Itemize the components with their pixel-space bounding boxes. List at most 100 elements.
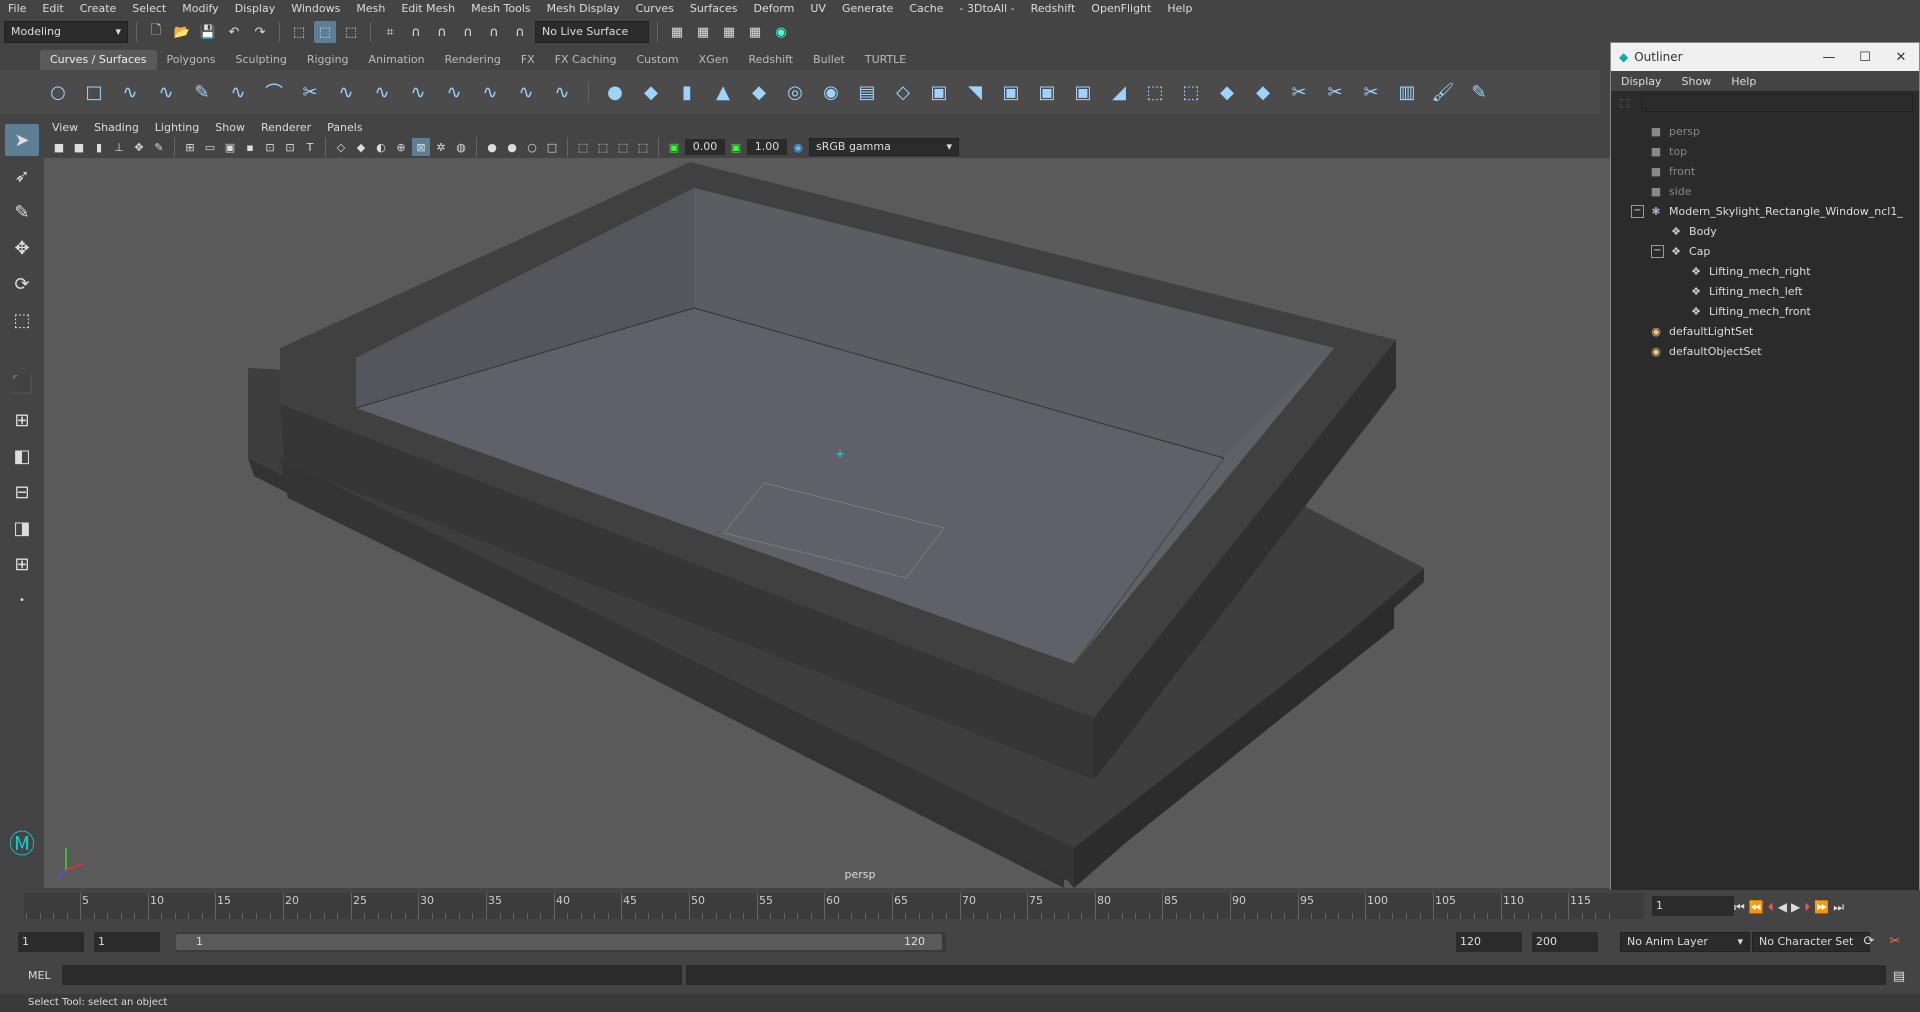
shelf-tab-animation[interactable]: Animation: [359, 50, 435, 70]
playback-start-field[interactable]: 1: [94, 932, 160, 952]
select-hierarchy-icon[interactable]: ⬚: [288, 21, 310, 43]
hypershade-icon[interactable]: ◉: [770, 21, 792, 43]
single-perspective-layout-icon[interactable]: ⬛: [5, 368, 39, 400]
exposure-icon[interactable]: ▣: [665, 138, 683, 156]
menu-redshift[interactable]: Redshift: [1023, 0, 1084, 18]
menu-uv[interactable]: UV: [802, 0, 834, 18]
pencil-curve-icon[interactable]: ✎: [188, 78, 216, 106]
panel-menu-renderer[interactable]: Renderer: [253, 121, 319, 134]
anim-layer-dropdown[interactable]: No Anim Layer ▾: [1620, 932, 1750, 952]
outliner-menu-help[interactable]: Help: [1721, 75, 1766, 88]
film-gate-icon[interactable]: ▭: [201, 138, 219, 156]
outliner-menu-show[interactable]: Show: [1672, 75, 1722, 88]
rebuild-surface-icon[interactable]: ▥: [1393, 78, 1421, 106]
smooth-shade-icon[interactable]: ◆: [352, 138, 370, 156]
sculpt-geometry-icon[interactable]: 🖌: [1429, 78, 1457, 106]
revolve-icon[interactable]: ◉: [817, 78, 845, 106]
menu-create[interactable]: Create: [72, 0, 125, 18]
backface-culling-icon[interactable]: ⬚: [634, 138, 652, 156]
surface-edit-icon[interactable]: ✎: [1465, 78, 1493, 106]
reverse-curve-icon[interactable]: ∿: [476, 78, 504, 106]
extrude-icon[interactable]: ▣: [925, 78, 953, 106]
wireframe-icon[interactable]: ◇: [332, 138, 350, 156]
snap-live-icon[interactable]: ∩: [509, 21, 531, 43]
menu-deform[interactable]: Deform: [745, 0, 802, 18]
select-tool-icon[interactable]: ➤: [5, 124, 39, 156]
grid-icon[interactable]: ⊞: [181, 138, 199, 156]
outliner-item[interactable]: ◉ defaultObjectSet: [1649, 341, 1761, 361]
open-scene-icon[interactable]: 📂: [171, 21, 193, 43]
resolution-gate-icon[interactable]: ▣: [221, 138, 239, 156]
menu-surfaces[interactable]: Surfaces: [682, 0, 746, 18]
close-icon[interactable]: ✕: [1883, 43, 1919, 71]
shelf-tab-curves-surfaces[interactable]: Curves / Surfaces: [40, 50, 157, 70]
image-plane-icon[interactable]: ⊥: [110, 138, 128, 156]
menu-modify[interactable]: Modify: [174, 0, 226, 18]
ep-curve-icon[interactable]: ∿: [152, 78, 180, 106]
current-frame-field[interactable]: 1: [1652, 896, 1734, 916]
cv-curve-icon[interactable]: ∿: [116, 78, 144, 106]
panel-menu-panels[interactable]: Panels: [319, 121, 370, 134]
attach-surface-icon[interactable]: ◆: [1249, 78, 1277, 106]
filter-icon[interactable]: ⬚: [1619, 96, 1633, 110]
xray-active-icon[interactable]: ⬚: [594, 138, 612, 156]
menu-windows[interactable]: Windows: [283, 0, 348, 18]
nurbs-circle-icon[interactable]: ○: [44, 78, 72, 106]
playback-end-field[interactable]: 120: [1456, 932, 1522, 952]
menu-curves[interactable]: Curves: [628, 0, 682, 18]
four-view-layout-icon[interactable]: ⊞: [5, 404, 39, 436]
square-surface-icon[interactable]: ▣: [1069, 78, 1097, 106]
menu-cache[interactable]: Cache: [901, 0, 951, 18]
bezier-curve-icon[interactable]: ∿: [224, 78, 252, 106]
outliner-item[interactable]: ■ front: [1649, 161, 1695, 181]
step-forward-frame-icon[interactable]: ⏵: [1804, 900, 1810, 915]
save-scene-icon[interactable]: 💾: [197, 21, 219, 43]
shelf-tab-custom[interactable]: Custom: [627, 50, 689, 70]
grease-pencil-icon[interactable]: ✎: [150, 138, 168, 156]
outliner-item[interactable]: ■ persp: [1649, 121, 1700, 141]
animation-preferences-icon[interactable]: ✂: [1884, 930, 1906, 952]
animation-start-field[interactable]: 1: [18, 932, 84, 952]
shelf-tab-fx[interactable]: FX: [511, 50, 545, 70]
range-slider[interactable]: 1 120: [176, 932, 946, 952]
outliner-search-input[interactable]: [1641, 94, 1913, 112]
birail-icon[interactable]: ◥: [961, 78, 989, 106]
detach-surface-icon[interactable]: ✂: [1285, 78, 1313, 106]
arc-tool-icon[interactable]: ⌒: [260, 78, 288, 106]
shelf-tab-sculpting[interactable]: Sculpting: [225, 50, 296, 70]
project-curve-icon[interactable]: ◢: [1105, 78, 1133, 106]
shelf-tab-rendering[interactable]: Rendering: [435, 50, 511, 70]
menu-generate[interactable]: Generate: [834, 0, 901, 18]
time-slider[interactable]: 5 10 15 20 25 30 35 40 45 50 55 60 65 70 75 80 85 90 95 100…: [24, 893, 1644, 919]
maximize-icon[interactable]: ☐: [1847, 43, 1883, 71]
expand-toggle-icon[interactable]: −: [1651, 244, 1664, 258]
insert-knot-icon[interactable]: ∿: [548, 78, 576, 106]
play-forward-icon[interactable]: ▶: [1791, 900, 1800, 914]
gamma-field[interactable]: 1.00: [747, 139, 787, 155]
panel-menu-view[interactable]: View: [44, 121, 86, 134]
depth-of-field-icon[interactable]: ○: [523, 138, 541, 156]
undo-icon[interactable]: ↶: [223, 21, 245, 43]
intersect-icon[interactable]: ◆: [1213, 78, 1241, 106]
go-to-start-icon[interactable]: ⏮: [1734, 900, 1745, 915]
minimize-icon[interactable]: —: [1811, 43, 1847, 71]
align-surface-icon[interactable]: ✂: [1321, 78, 1349, 106]
render-frame-icon[interactable]: ▦: [692, 21, 714, 43]
command-language-label[interactable]: MEL: [28, 969, 51, 982]
shelf-tab-turtle[interactable]: TURTLE: [855, 50, 916, 70]
untrim-icon[interactable]: ⬚: [1177, 78, 1205, 106]
textured-icon[interactable]: ⊕: [392, 138, 410, 156]
ambient-occlusion-icon[interactable]: ◍: [452, 138, 470, 156]
ipr-render-icon[interactable]: ▦: [718, 21, 740, 43]
snap-curve-icon[interactable]: ∩: [405, 21, 427, 43]
rotate-tool-icon[interactable]: ⟳: [5, 268, 39, 300]
open-close-icon[interactable]: ✂: [1357, 78, 1385, 106]
select-component-icon[interactable]: ⬚: [340, 21, 362, 43]
render-settings-icon[interactable]: ▦: [744, 21, 766, 43]
panel-menu-shading[interactable]: Shading: [86, 121, 147, 134]
exposure-field[interactable]: 0.00: [685, 139, 725, 155]
extend-curve-icon[interactable]: ∿: [512, 78, 540, 106]
motion-blur-icon[interactable]: ●: [483, 138, 501, 156]
nurbs-square-icon[interactable]: □: [80, 78, 108, 106]
render-view-icon[interactable]: ▦: [666, 21, 688, 43]
